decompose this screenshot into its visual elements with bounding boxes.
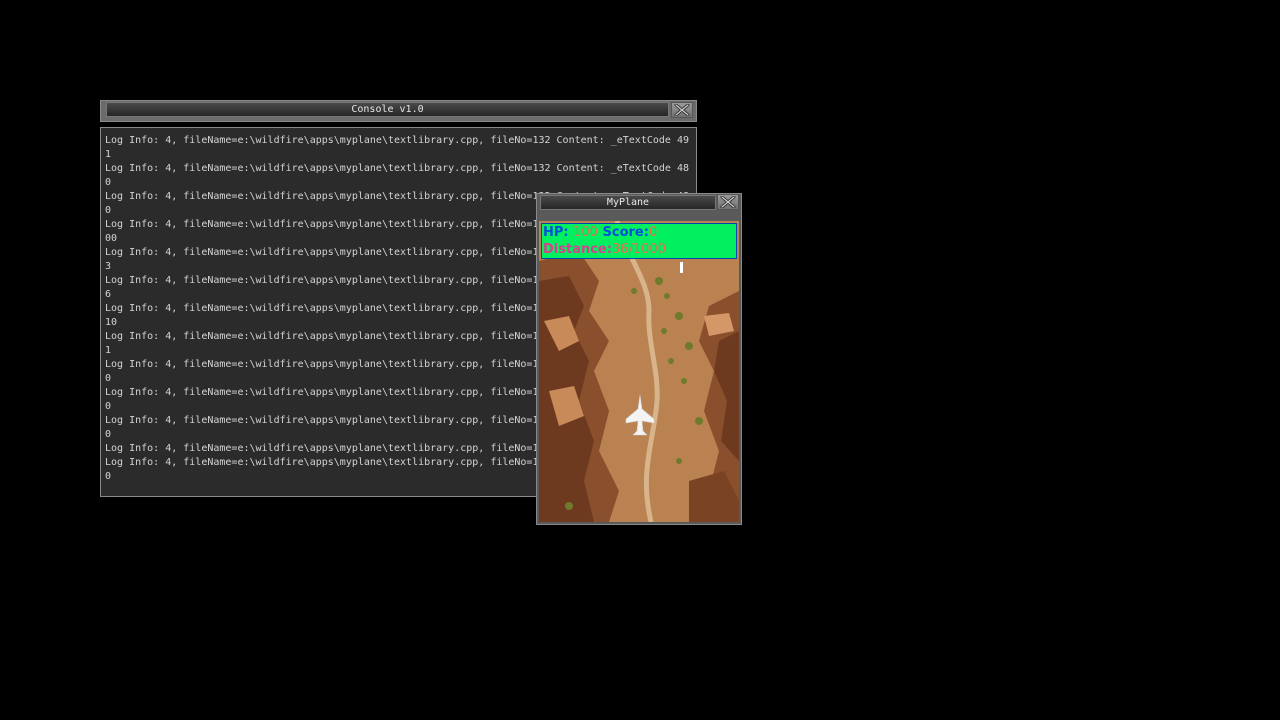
log-line: Log Info: 4, fileName=e:\wildfire\apps\m… [105,135,689,146]
game-title-bar[interactable]: MyPlane [540,195,716,210]
hp-value: 100 [573,225,598,240]
console-title: Console v1.0 [351,104,424,115]
log-line: Log Info: 4, fileName=e:\wildfire\apps\m… [105,163,689,174]
hud-panel: HP: 100 Score:0 Distance:36/1000 [541,223,737,259]
bullet [680,262,683,273]
game-title: MyPlane [606,197,650,208]
hud-row-stats: HP: 100 Score:0 [543,224,736,241]
game-canvas[interactable]: HP: 100 Score:0 Distance:36/1000 [539,221,739,522]
log-line: 0 [105,177,112,188]
score-value: 0 [648,225,658,240]
console-close-button[interactable] [671,102,693,118]
close-x-icon [674,104,690,116]
console-title-bar[interactable]: Console v1.0 [106,102,669,117]
console-window: Console v1.0 [100,100,697,122]
hud-row-distance: Distance:36/1000 [543,241,736,258]
close-x-icon [720,196,736,208]
hp-label: HP: [543,225,569,240]
distance-label: Distance: [543,242,612,257]
game-close-button[interactable] [717,194,739,210]
log-line: 1 [105,149,112,160]
game-window: MyPlane HP: 100 Score:0 Distance:36/1000 [536,193,742,525]
player-plane-icon [625,395,655,436]
score-label: Score: [602,225,649,240]
distance-value: 36/1000 [611,242,666,257]
canyon-background [539,221,739,522]
